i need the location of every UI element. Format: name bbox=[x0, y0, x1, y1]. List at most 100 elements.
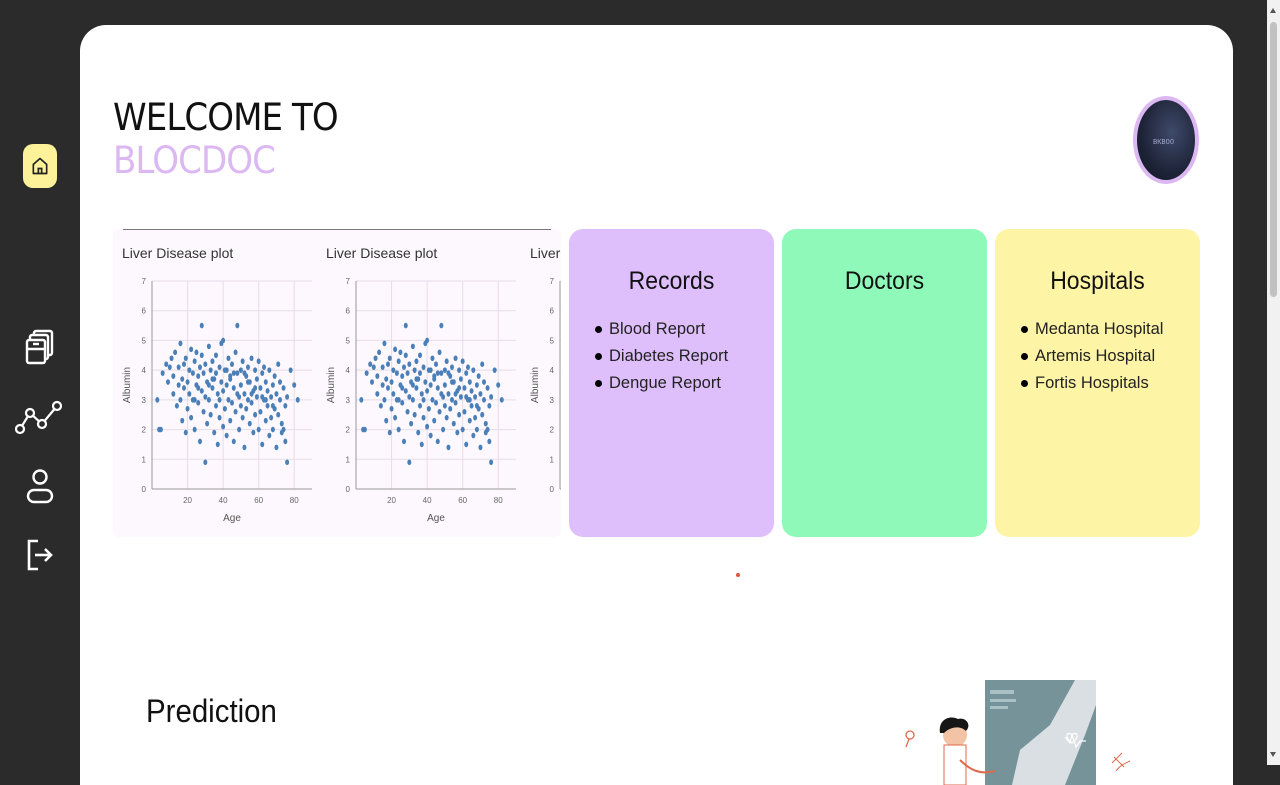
data-point bbox=[400, 385, 405, 391]
sidebar-item-logout[interactable] bbox=[14, 529, 66, 581]
data-point bbox=[405, 408, 410, 415]
data-point bbox=[201, 370, 206, 376]
data-point bbox=[418, 370, 422, 376]
data-point bbox=[414, 385, 419, 391]
data-point bbox=[210, 358, 215, 365]
doctors-card[interactable]: Doctors bbox=[782, 229, 987, 537]
data-point bbox=[425, 337, 430, 344]
y-tick-label: 4 bbox=[346, 366, 351, 375]
user-icon bbox=[26, 469, 54, 504]
data-point bbox=[206, 382, 211, 388]
data-point bbox=[253, 385, 258, 391]
data-point bbox=[260, 370, 265, 376]
data-point bbox=[265, 403, 270, 409]
data-point bbox=[389, 379, 394, 385]
sidebar-item-analytics[interactable] bbox=[14, 391, 66, 443]
data-point bbox=[283, 438, 288, 445]
data-point bbox=[217, 364, 222, 370]
list-item[interactable]: Dengue Report bbox=[595, 370, 774, 397]
data-point bbox=[224, 432, 229, 439]
data-point bbox=[380, 364, 385, 370]
data-point bbox=[434, 400, 438, 406]
data-point bbox=[249, 391, 254, 397]
data-point bbox=[496, 382, 501, 388]
data-point bbox=[480, 361, 485, 367]
carousel-indicator-dot[interactable] bbox=[736, 573, 740, 577]
scrollbar-thumb[interactable] bbox=[1270, 22, 1277, 297]
data-point bbox=[254, 394, 259, 400]
list-item[interactable]: Fortis Hospitals bbox=[1021, 370, 1200, 397]
data-point bbox=[458, 394, 463, 400]
y-tick-label: 2 bbox=[550, 426, 555, 435]
sidebar-item-home[interactable] bbox=[14, 140, 66, 192]
data-point bbox=[178, 340, 183, 347]
plot-carousel[interactable]: Liver Disease plot 0 1 2 3 4 5 6 7 20 40 60 80 Age Al… bbox=[113, 229, 561, 537]
data-point bbox=[466, 364, 470, 370]
data-point bbox=[215, 441, 220, 448]
data-point bbox=[226, 397, 231, 403]
data-point bbox=[437, 408, 442, 415]
data-point bbox=[425, 388, 430, 394]
y-tick-label: 0 bbox=[142, 485, 147, 494]
data-point bbox=[437, 349, 442, 356]
data-point bbox=[425, 423, 430, 430]
scroll-up-icon[interactable] bbox=[1270, 8, 1276, 13]
data-point bbox=[435, 370, 440, 376]
data-point bbox=[192, 358, 197, 365]
y-tick-label: 4 bbox=[142, 366, 147, 375]
data-point bbox=[471, 432, 476, 439]
x-axis-label: Age bbox=[427, 513, 445, 524]
data-point bbox=[428, 382, 433, 388]
data-point bbox=[187, 367, 192, 373]
data-point bbox=[460, 426, 465, 433]
data-point bbox=[446, 391, 451, 397]
data-point bbox=[400, 373, 405, 379]
y-axis-label: Albumin bbox=[122, 367, 133, 403]
hospitals-card[interactable]: Hospitals Medanta Hospital Artemis Hospi… bbox=[995, 229, 1200, 537]
y-tick-label: 6 bbox=[142, 307, 147, 316]
data-point bbox=[450, 364, 454, 370]
data-point bbox=[292, 382, 297, 388]
data-point bbox=[176, 382, 181, 388]
sidebar-item-records[interactable] bbox=[14, 321, 66, 373]
data-point bbox=[403, 388, 408, 394]
list-item[interactable]: Blood Report bbox=[595, 316, 774, 343]
data-point bbox=[480, 411, 485, 418]
page-scrollbar[interactable] bbox=[1267, 0, 1280, 765]
data-point bbox=[421, 397, 426, 403]
data-point bbox=[203, 459, 208, 466]
list-item[interactable]: Medanta Hospital bbox=[1021, 316, 1200, 343]
data-point bbox=[205, 420, 210, 427]
data-point bbox=[214, 403, 218, 409]
avatar[interactable]: BKBOO bbox=[1133, 96, 1199, 184]
records-card[interactable]: Records Blood Report Diabetes Report Den… bbox=[569, 229, 774, 537]
data-point bbox=[474, 403, 479, 409]
data-point bbox=[194, 349, 199, 356]
data-point bbox=[269, 414, 274, 421]
data-point bbox=[263, 379, 268, 385]
data-point bbox=[242, 444, 247, 451]
scatter-plot-2: 0 1 2 3 4 5 6 7 20 40 60 80 Age Albumin bbox=[326, 277, 516, 524]
scroll-down-icon[interactable] bbox=[1270, 752, 1276, 757]
data-point bbox=[407, 459, 412, 466]
data-point bbox=[270, 403, 275, 409]
data-point bbox=[251, 429, 256, 436]
data-point bbox=[171, 391, 176, 397]
data-point bbox=[256, 358, 261, 365]
list-item[interactable]: Diabetes Report bbox=[595, 343, 774, 370]
data-point bbox=[398, 349, 403, 356]
data-point bbox=[214, 370, 218, 376]
data-point bbox=[253, 411, 258, 418]
data-point bbox=[274, 444, 279, 451]
data-point bbox=[419, 391, 424, 397]
data-point bbox=[155, 397, 160, 403]
data-point bbox=[442, 382, 447, 388]
data-point bbox=[450, 379, 454, 385]
data-point bbox=[228, 417, 233, 424]
list-item[interactable]: Artemis Hospital bbox=[1021, 343, 1200, 370]
data-point bbox=[409, 420, 414, 427]
data-point bbox=[283, 403, 288, 409]
data-point bbox=[180, 417, 185, 424]
data-point bbox=[370, 379, 374, 385]
sidebar-item-profile[interactable] bbox=[14, 461, 66, 513]
